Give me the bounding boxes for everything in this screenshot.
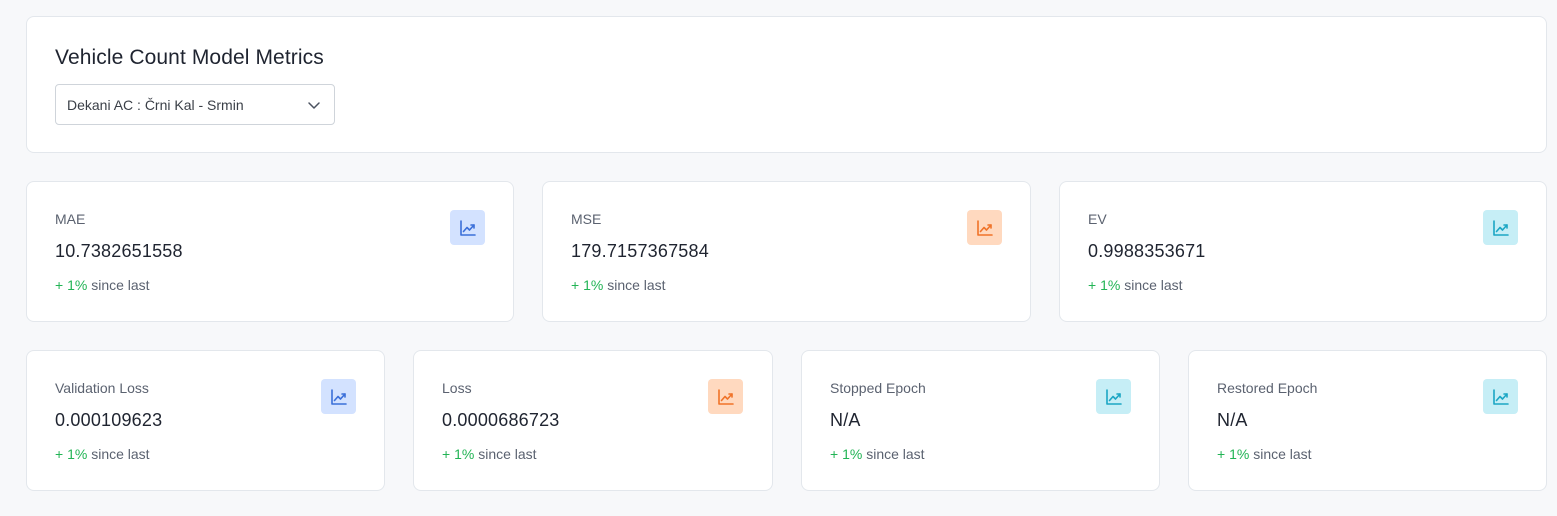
metric-label: Loss bbox=[442, 380, 472, 396]
header-card: Vehicle Count Model Metrics Dekani AC : … bbox=[26, 16, 1547, 153]
metric-value: 10.7382651558 bbox=[55, 241, 183, 261]
metric-card-loss: Loss 0.0000686723 + 1% since last bbox=[413, 350, 773, 491]
metric-card-validation-loss: Validation Loss 0.000109623 + 1% since l… bbox=[26, 350, 385, 491]
metric-change-text: since last bbox=[91, 446, 150, 462]
metric-change-pct: + 1% bbox=[1088, 277, 1121, 293]
metric-card-mae: MAE 10.7382651558 + 1% since last bbox=[26, 181, 514, 322]
metric-label: Validation Loss bbox=[55, 380, 149, 396]
trending-up-icon bbox=[450, 210, 485, 245]
metric-change-text: since last bbox=[478, 446, 537, 462]
metric-value: 0.0000686723 bbox=[442, 410, 560, 430]
metric-change-text: since last bbox=[1124, 277, 1183, 293]
metric-change: + 1% since last bbox=[442, 446, 537, 462]
trending-up-icon bbox=[967, 210, 1002, 245]
metric-value: 179.7157367584 bbox=[571, 241, 709, 261]
metric-change-pct: + 1% bbox=[830, 446, 863, 462]
metric-change: + 1% since last bbox=[571, 277, 666, 293]
metric-value: 0.000109623 bbox=[55, 410, 163, 430]
metric-change: + 1% since last bbox=[1217, 446, 1312, 462]
metric-change-pct: + 1% bbox=[55, 277, 88, 293]
trending-up-icon bbox=[1483, 210, 1518, 245]
location-select[interactable]: Dekani AC : Črni Kal - Srmin bbox=[55, 84, 335, 125]
metric-change-text: since last bbox=[866, 446, 925, 462]
metric-change: + 1% since last bbox=[1088, 277, 1183, 293]
metric-value: N/A bbox=[830, 410, 861, 430]
metric-value: N/A bbox=[1217, 410, 1248, 430]
metric-label: EV bbox=[1088, 211, 1107, 227]
metric-card-stopped-epoch: Stopped Epoch N/A + 1% since last bbox=[801, 350, 1160, 491]
metric-card-mse: MSE 179.7157367584 + 1% since last bbox=[542, 181, 1031, 322]
metric-change: + 1% since last bbox=[55, 277, 150, 293]
metric-change-pct: + 1% bbox=[571, 277, 604, 293]
metric-label: MSE bbox=[571, 211, 602, 227]
metric-change-text: since last bbox=[91, 277, 150, 293]
metric-label: MAE bbox=[55, 211, 86, 227]
metric-label: Restored Epoch bbox=[1217, 380, 1318, 396]
page-title: Vehicle Count Model Metrics bbox=[55, 46, 324, 69]
metric-value: 0.9988353671 bbox=[1088, 241, 1206, 261]
metric-change-pct: + 1% bbox=[55, 446, 88, 462]
metric-change: + 1% since last bbox=[55, 446, 150, 462]
metric-card-ev: EV 0.9988353671 + 1% since last bbox=[1059, 181, 1547, 322]
metric-card-restored-epoch: Restored Epoch N/A + 1% since last bbox=[1188, 350, 1547, 491]
metric-change: + 1% since last bbox=[830, 446, 925, 462]
metric-change-pct: + 1% bbox=[442, 446, 475, 462]
trending-up-icon bbox=[321, 379, 356, 414]
metric-label: Stopped Epoch bbox=[830, 380, 926, 396]
metric-change-text: since last bbox=[607, 277, 666, 293]
trending-up-icon bbox=[708, 379, 743, 414]
trending-up-icon bbox=[1096, 379, 1131, 414]
location-select-value: Dekani AC : Črni Kal - Srmin bbox=[67, 96, 244, 113]
chevron-down-icon bbox=[308, 102, 320, 109]
metric-change-text: since last bbox=[1253, 446, 1312, 462]
trending-up-icon bbox=[1483, 379, 1518, 414]
metric-change-pct: + 1% bbox=[1217, 446, 1250, 462]
